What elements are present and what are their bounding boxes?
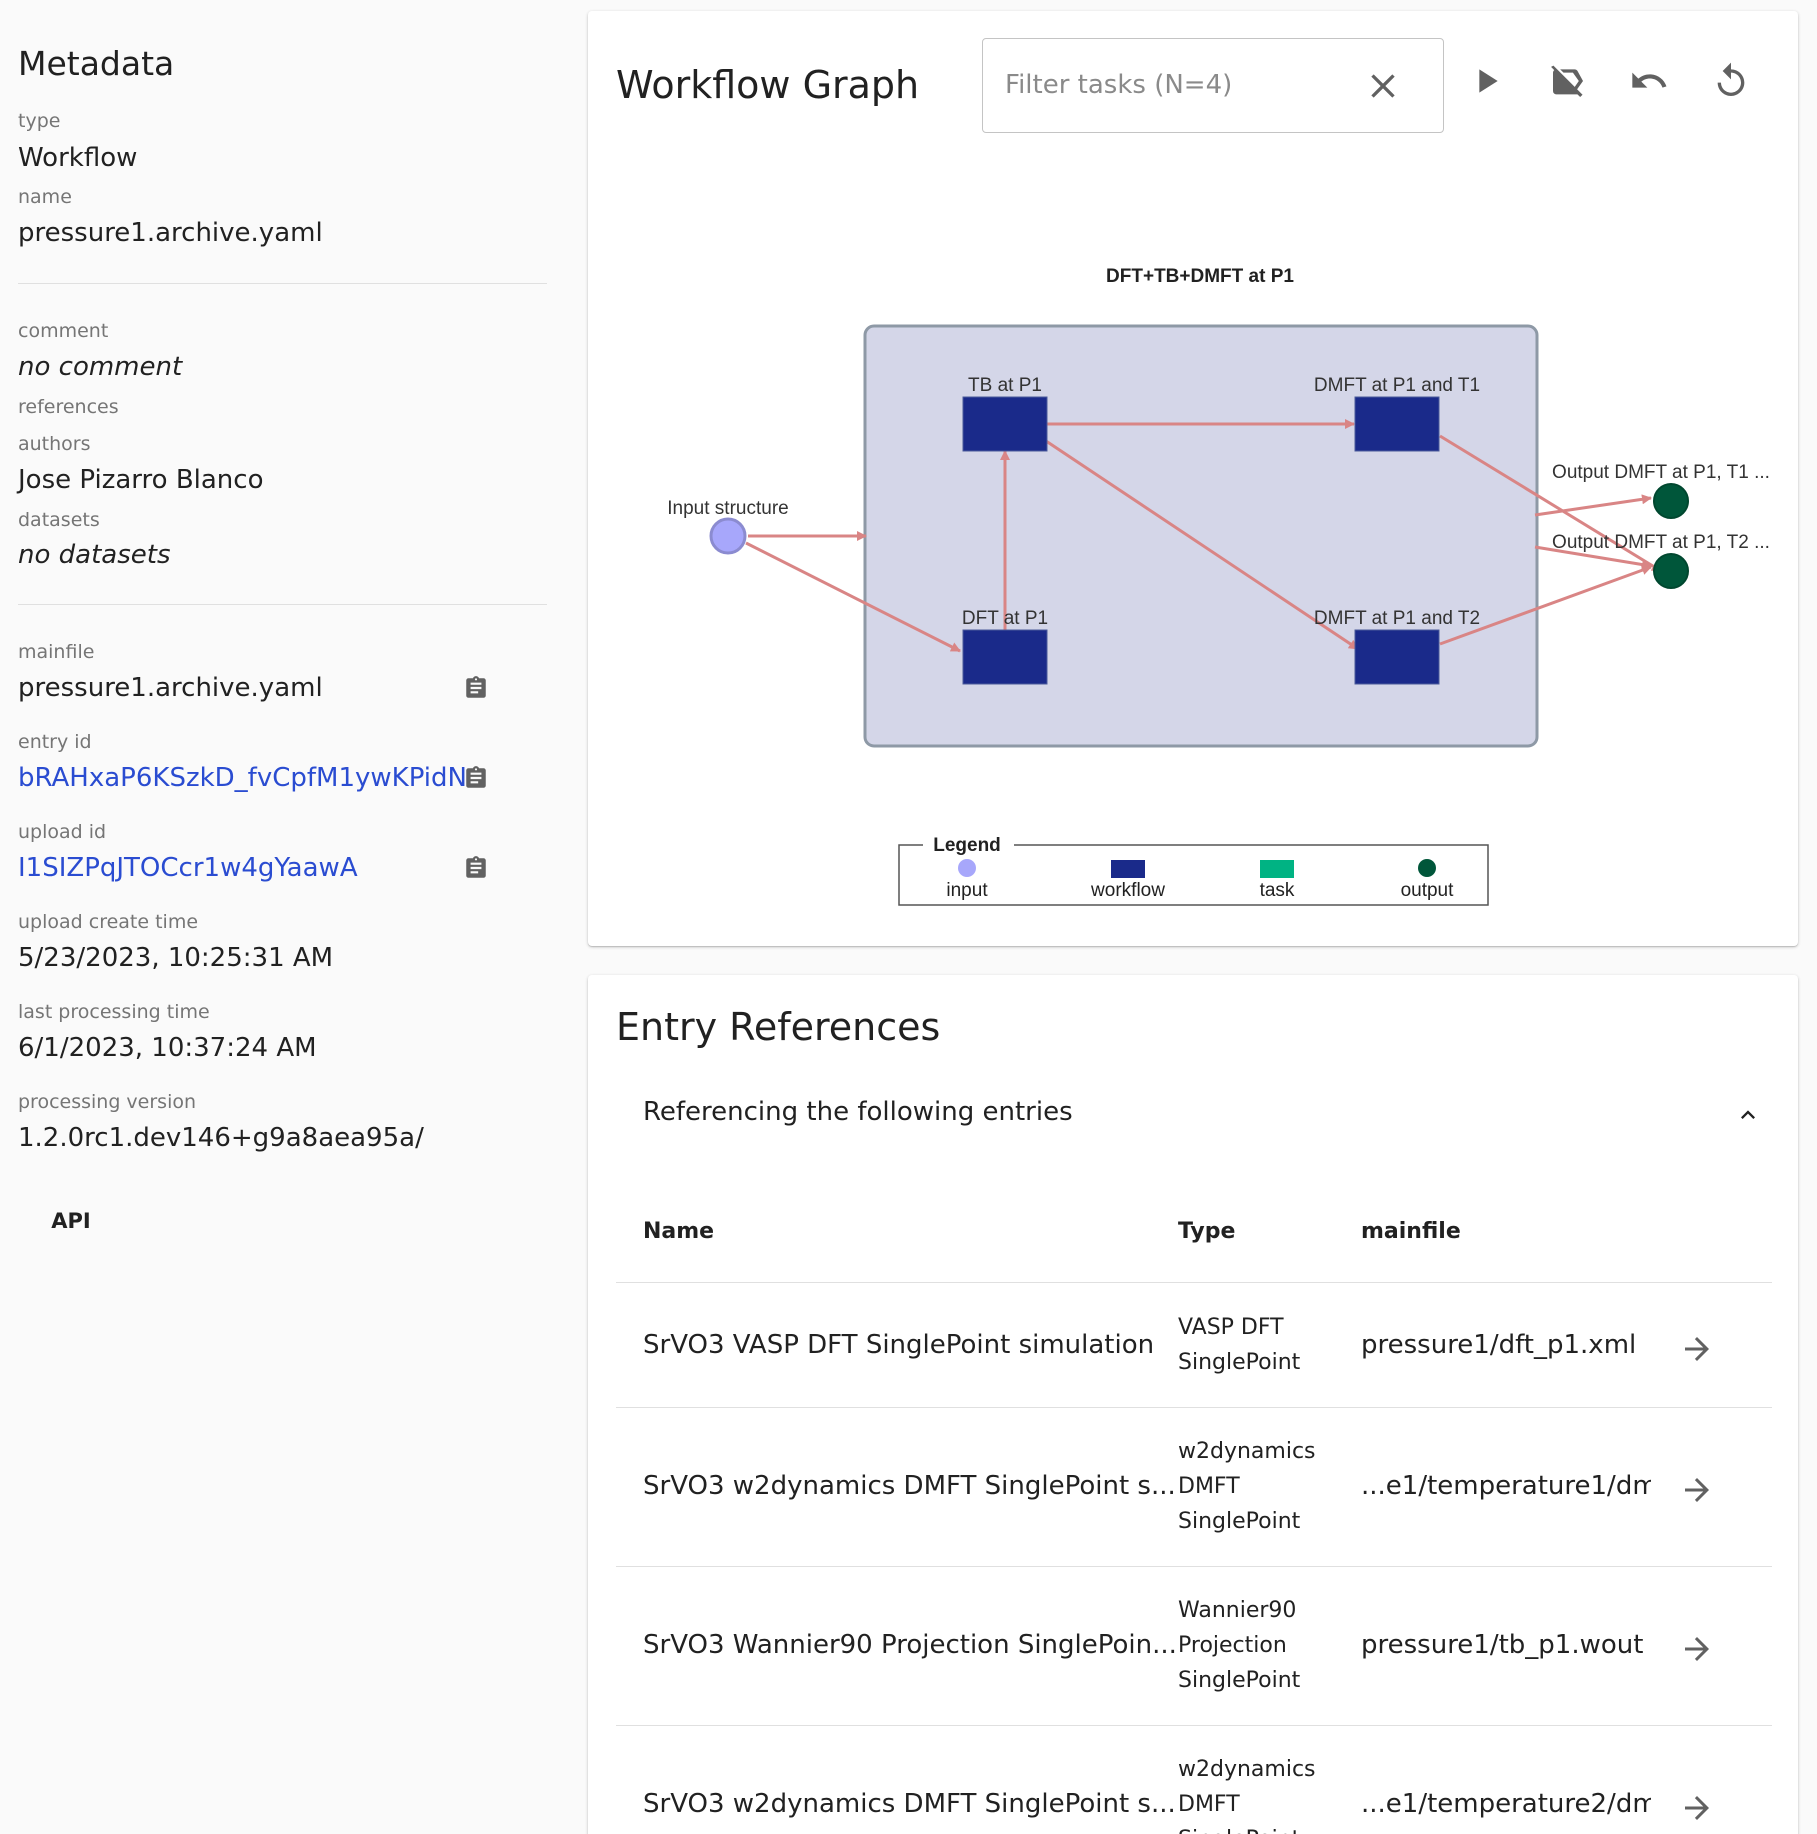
copy-entry-id-icon[interactable]	[463, 764, 489, 792]
datasets-value: no datasets	[18, 540, 171, 570]
node-label-tb: TB at P1	[968, 375, 1042, 396]
row-type-line: w2dynamics	[1178, 1757, 1316, 1782]
row-type-line: SinglePoint	[1178, 1509, 1301, 1534]
upload-create-time-value: 5/23/2023, 10:25:31 AM	[18, 943, 334, 973]
row-type-line: DMFT	[1178, 1474, 1240, 1499]
edge-group-to-output1	[1534, 494, 1652, 517]
legend-input-swatch	[958, 859, 976, 877]
row-type-line: Wannier90	[1178, 1598, 1297, 1623]
legend-workflow-swatch	[1111, 860, 1145, 878]
column-header-name: Name	[643, 1219, 715, 1244]
mainfile-value: pressure1.archive.yaml	[18, 673, 323, 703]
api-button[interactable]: API	[36, 1200, 106, 1242]
legend-input-label: input	[946, 880, 988, 901]
row-name: SrVO3 w2dynamics DMFT SinglePoint s...	[643, 1471, 1176, 1501]
arrow-forward-icon[interactable]	[1679, 1790, 1715, 1826]
graph-legend: Legend input workflow task output	[898, 835, 1489, 906]
row-type-line: SinglePoint	[1178, 1350, 1301, 1375]
last-processing-time-label: last processing time	[18, 1001, 210, 1023]
legend-task-label: task	[1260, 880, 1295, 901]
row-type: w2dynamics DMFT SinglePoint	[1178, 1434, 1328, 1539]
row-type-line: VASP DFT	[1178, 1315, 1284, 1340]
node-label-dmft-t2: DMFT at P1 and T2	[1314, 608, 1480, 629]
references-label: references	[18, 396, 119, 418]
name-label: name	[18, 186, 72, 208]
table-divider	[616, 1282, 1772, 1283]
node-dmft-t2[interactable]	[1354, 629, 1440, 685]
table-divider	[616, 1407, 1772, 1408]
node-dft[interactable]	[962, 629, 1048, 685]
type-label: type	[18, 110, 61, 132]
arrow-forward-icon[interactable]	[1679, 1472, 1715, 1508]
upload-id-link[interactable]: I1SIZPqJTOCcr1w4gYaawA	[18, 853, 358, 883]
node-label-dft: DFT at P1	[962, 608, 1048, 629]
row-type: VASP DFT SinglePoint	[1178, 1310, 1328, 1380]
workflow-graph: DFT+TB+DMFT at P1 Input structure TB at …	[667, 266, 1770, 906]
comment-value: no comment	[18, 352, 183, 382]
legend-output-label: output	[1401, 880, 1455, 901]
node-dmft-t1[interactable]	[1354, 396, 1440, 452]
row-name: SrVO3 Wannier90 Projection SinglePoin...	[643, 1630, 1177, 1660]
node-label-output-1: Output DMFT at P1, T1 ...	[1552, 462, 1770, 483]
row-type-line: Projection	[1178, 1633, 1287, 1658]
table-divider	[616, 1725, 1772, 1726]
row-type-line: w2dynamics	[1178, 1439, 1316, 1464]
referencing-entries-accordion[interactable]: Referencing the following entries	[616, 1075, 1772, 1155]
accordion-title: Referencing the following entries	[643, 1097, 1073, 1127]
row-name: SrVO3 w2dynamics DMFT SinglePoint s...	[643, 1789, 1176, 1819]
last-processing-time-value: 6/1/2023, 10:37:24 AM	[18, 1033, 317, 1063]
column-header-mainfile: mainfile	[1361, 1219, 1461, 1244]
entry-id-label: entry id	[18, 731, 92, 753]
row-type: Wannier90 Projection SinglePoint	[1178, 1593, 1328, 1698]
node-tb[interactable]	[962, 396, 1048, 452]
upload-id-label: upload id	[18, 821, 107, 843]
comment-label: comment	[18, 320, 109, 342]
entry-references-card: Entry References Referencing the followi…	[588, 975, 1798, 1834]
datasets-label: datasets	[18, 509, 100, 531]
mainfile-label: mainfile	[18, 641, 95, 663]
authors-label: authors	[18, 433, 91, 455]
arrow-forward-icon[interactable]	[1679, 1631, 1715, 1667]
row-name: SrVO3 VASP DFT SinglePoint simulation	[643, 1330, 1155, 1360]
node-output-2[interactable]	[1653, 553, 1689, 589]
workflow-graph-card: Workflow Graph DFT+TB+DMFT at P1	[588, 11, 1798, 946]
metadata-sidebar: Metadata type Workflow name pressure1.ar…	[0, 0, 580, 1834]
legend-title: Legend	[933, 835, 1001, 856]
node-input-structure[interactable]	[709, 517, 747, 555]
divider	[18, 604, 547, 605]
row-type: w2dynamics DMFT SinglePoint	[1178, 1752, 1328, 1834]
legend-workflow-label: workflow	[1090, 880, 1165, 901]
chevron-up-icon[interactable]	[1734, 1101, 1762, 1129]
legend-output-swatch	[1418, 859, 1436, 877]
row-mainfile: pressure1/tb_p1.wout	[1361, 1630, 1644, 1660]
column-header-type: Type	[1178, 1219, 1236, 1244]
row-type-line: SinglePoint	[1178, 1668, 1301, 1693]
metadata-title: Metadata	[18, 44, 175, 83]
table-divider	[616, 1566, 1772, 1567]
arrow-forward-icon[interactable]	[1679, 1331, 1715, 1367]
row-mainfile: ...e1/temperature2/dmft_p1_t2.hdf5	[1361, 1789, 1651, 1819]
entry-references-title: Entry References	[616, 1005, 941, 1049]
entry-id-link[interactable]: bRAHxaP6KSzkD_fvCpfM1ywKPidN	[18, 763, 467, 793]
row-type-line: SinglePoint	[1178, 1822, 1328, 1834]
divider	[18, 283, 547, 284]
name-value: pressure1.archive.yaml	[18, 218, 323, 248]
copy-upload-id-icon[interactable]	[463, 854, 489, 882]
node-label-input: Input structure	[667, 498, 788, 519]
legend-task-swatch	[1260, 860, 1294, 878]
row-type-line: DMFT	[1178, 1792, 1240, 1817]
upload-create-time-label: upload create time	[18, 911, 199, 933]
row-mainfile: pressure1/dft_p1.xml	[1361, 1330, 1637, 1360]
node-output-1[interactable]	[1653, 483, 1689, 519]
authors-value: Jose Pizarro Blanco	[18, 465, 264, 495]
row-mainfile: ...e1/temperature1/dmft_p1_t1.hdf5	[1361, 1471, 1651, 1501]
graph-group-title: DFT+TB+DMFT at P1	[1106, 266, 1294, 287]
node-label-dmft-t1: DMFT at P1 and T1	[1314, 375, 1480, 396]
copy-mainfile-icon[interactable]	[463, 674, 489, 702]
processing-version-value: 1.2.0rc1.dev146+g9a8aea95a/	[18, 1123, 424, 1153]
type-value: Workflow	[18, 143, 138, 173]
node-label-output-2: Output DMFT at P1, T2 ...	[1552, 532, 1770, 553]
processing-version-label: processing version	[18, 1091, 197, 1113]
